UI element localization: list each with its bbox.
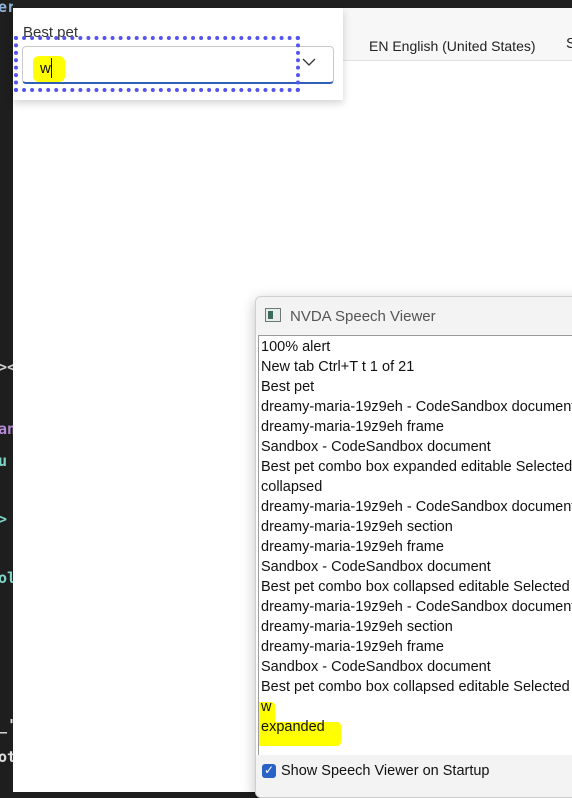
log-line: dreamy-maria-19z9eh - CodeSandbox docume…	[261, 399, 572, 415]
code-fragment: ><	[0, 358, 13, 376]
nvda-speech-viewer-window: NVDA Speech Viewer 100% alert New tab Ct…	[255, 296, 572, 798]
log-line: 100% alert	[261, 339, 331, 355]
checkbox-label[interactable]: Show Speech Viewer on Startup	[281, 763, 490, 779]
log-line: dreamy-maria-19z9eh frame	[261, 639, 444, 655]
code-fragment: an	[0, 420, 13, 438]
nvda-app-icon	[265, 308, 281, 322]
log-line: expanded	[261, 719, 325, 735]
window-footer: ✓ Show Speech Viewer on Startup	[256, 755, 572, 797]
log-line: dreamy-maria-19z9eh - CodeSandbox docume…	[261, 599, 572, 615]
log-line: Best pet combo box collapsed editable Se…	[261, 679, 570, 695]
focus-ring	[14, 36, 300, 92]
log-line: Best pet	[261, 379, 315, 395]
code-fragment: u	[0, 452, 8, 470]
language-indicator[interactable]: EN English (United States)	[369, 38, 536, 54]
log-line: dreamy-maria-19z9eh - CodeSandbox docume…	[261, 499, 572, 515]
show-on-startup-checkbox[interactable]: ✓	[262, 763, 276, 778]
log-line: New tab Ctrl+T t 1 of 21	[261, 359, 415, 375]
log-line: Sandbox - CodeSandbox document	[261, 439, 491, 455]
code-editor-strip: er >< an u > ol _' ot	[0, 0, 13, 792]
language-edge-text: S	[566, 35, 572, 52]
log-line: w	[261, 699, 272, 715]
language-bar: EN English (United States) S	[332, 8, 572, 61]
browser-topbar	[13, 0, 572, 8]
log-line: dreamy-maria-19z9eh section	[261, 519, 453, 535]
code-fragment: _'	[0, 716, 13, 734]
log-line: Sandbox - CodeSandbox document	[261, 659, 491, 675]
check-icon: ✓	[263, 763, 275, 777]
speech-log[interactable]: 100% alert New tab Ctrl+T t 1 of 21 Best…	[258, 335, 572, 756]
code-fragment: ot	[0, 748, 13, 766]
log-line: Sandbox - CodeSandbox document	[261, 559, 491, 575]
log-line: dreamy-maria-19z9eh section	[261, 619, 453, 635]
log-line: dreamy-maria-19z9eh frame	[261, 419, 444, 435]
code-fragment: >	[0, 510, 8, 528]
log-line: collapsed	[261, 479, 323, 495]
window-title: NVDA Speech Viewer	[290, 308, 436, 325]
window-titlebar[interactable]: NVDA Speech Viewer	[256, 297, 572, 335]
code-fragment: ol	[0, 569, 13, 587]
log-line: Best pet combo box collapsed editable Se…	[261, 579, 570, 595]
log-line: Best pet combo box expanded editable Sel…	[261, 459, 572, 475]
log-line: dreamy-maria-19z9eh frame	[261, 539, 444, 555]
code-fragment: er	[0, 0, 13, 16]
chevron-down-icon[interactable]	[302, 55, 316, 69]
